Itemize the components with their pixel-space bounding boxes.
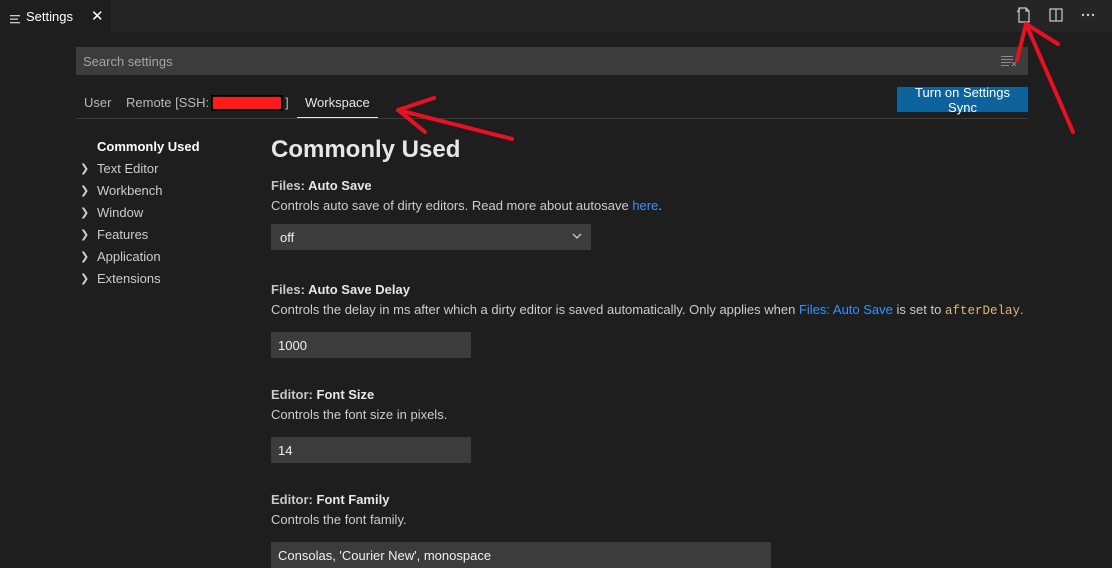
settings-list-icon	[10, 12, 20, 23]
toc-item-extensions[interactable]: ❯ Extensions	[80, 267, 200, 289]
desc-text: is set to	[892, 302, 945, 317]
setting-title: Editor: Font Family	[271, 492, 1051, 512]
chevron-right-icon: ❯	[80, 206, 90, 219]
open-settings-json-icon[interactable]	[1016, 6, 1032, 24]
tab-user[interactable]: User	[84, 95, 111, 110]
settings-scope-tabs: User Remote [SSH:] Workspace	[76, 88, 1028, 119]
toc-item-workbench[interactable]: ❯ Workbench	[80, 179, 200, 201]
more-actions-icon[interactable]	[1080, 6, 1096, 24]
settings-content: Commonly Used Files: Auto Save Controls …	[271, 136, 1051, 568]
setting-description: Controls auto save of dirty editors. Rea…	[271, 198, 1051, 220]
code-value: afterDelay	[944, 304, 1020, 318]
chevron-right-icon: ❯	[80, 272, 90, 285]
tab-remote-prefix: Remote [SSH:	[126, 95, 210, 110]
desc-text: .	[658, 198, 662, 213]
setting-name: Auto Save Delay	[308, 282, 410, 297]
setting-description: Controls the delay in ms after which a d…	[271, 302, 1051, 324]
setting-title: Editor: Font Size	[271, 387, 1051, 407]
toc-label: Window	[97, 204, 144, 220]
arrow-to-json-line	[1024, 22, 1075, 134]
toc-label: Extensions	[97, 270, 161, 286]
setting-title: Files: Auto Save	[271, 178, 1051, 198]
turn-on-settings-sync-button[interactable]: Turn on Settings Sync	[897, 85, 1028, 115]
font-size-input[interactable]: 14	[271, 437, 471, 463]
setting-category: Editor:	[271, 387, 317, 402]
toc-label: Workbench	[97, 182, 163, 198]
toc-item-features[interactable]: ❯ Features	[80, 223, 200, 245]
autosave-docs-link[interactable]: here	[632, 198, 658, 213]
split-editor-icon[interactable]	[1048, 6, 1064, 24]
toc-item-window[interactable]: ❯ Window	[80, 201, 200, 223]
redacted-host	[211, 95, 284, 111]
auto-save-delay-input[interactable]: 1000	[271, 332, 471, 358]
desc-text: Controls auto save of dirty editors. Rea…	[271, 198, 633, 213]
setting-auto-save-delay: Files: Auto Save Delay Controls the dela…	[271, 282, 1051, 387]
chevron-right-icon: ❯	[80, 228, 90, 241]
setting-name: Font Size	[316, 387, 375, 402]
chevron-down-icon	[571, 230, 583, 245]
setting-font-family: Editor: Font Family Controls the font fa…	[271, 492, 1051, 568]
toc-label: Commonly Used	[97, 138, 200, 154]
select-value: off	[280, 229, 295, 245]
chevron-right-icon: ❯	[80, 162, 90, 175]
setting-category: Files:	[271, 282, 309, 297]
auto-save-select[interactable]: off	[271, 224, 591, 250]
setting-title: Files: Auto Save Delay	[271, 282, 1051, 302]
close-icon[interactable]: ✕	[91, 7, 104, 25]
section-title: Commonly Used	[271, 136, 461, 163]
setting-font-size: Editor: Font Size Controls the font size…	[271, 387, 1051, 492]
search-input[interactable]	[77, 48, 983, 74]
toc-label: Application	[97, 248, 161, 264]
toc-label: Text Editor	[97, 160, 159, 176]
clear-filter-icon[interactable]	[1001, 55, 1017, 70]
desc-text: Controls the delay in ms after which a d…	[271, 302, 799, 317]
setting-description: Controls the font size in pixels.	[271, 407, 448, 422]
toc-item-text-editor[interactable]: ❯ Text Editor	[80, 157, 200, 179]
tab-settings[interactable]: Settings ✕	[0, 0, 112, 32]
settings-toc: Commonly Used ❯ Text Editor ❯ Workbench ❯ W…	[80, 135, 200, 289]
chevron-right-icon: ❯	[80, 250, 90, 263]
tab-label: Settings	[26, 8, 73, 24]
desc-text: .	[1019, 302, 1024, 317]
editor-tab-bar: Settings ✕	[0, 0, 1112, 32]
setting-name: Auto Save	[308, 178, 372, 193]
tab-remote-suffix: ]	[285, 95, 289, 110]
tab-remote[interactable]: Remote [SSH:]	[126, 95, 289, 111]
font-family-input[interactable]: Consolas, 'Courier New', monospace	[271, 542, 771, 568]
chevron-right-icon: ❯	[80, 184, 90, 197]
toc-item-commonly-used[interactable]: Commonly Used	[80, 135, 200, 157]
setting-category: Files:	[271, 178, 309, 193]
setting-category: Editor:	[271, 492, 317, 507]
editor-actions	[1016, 6, 1096, 24]
search-settings-field	[76, 47, 1028, 75]
setting-name: Font Family	[316, 492, 390, 507]
toc-item-application[interactable]: ❯ Application	[80, 245, 200, 267]
setting-auto-save: Files: Auto Save Controls auto save of d…	[271, 178, 1051, 282]
toc-label: Features	[97, 226, 149, 242]
tab-workspace[interactable]: Workspace	[297, 95, 378, 118]
setting-description: Controls the font family.	[271, 512, 407, 527]
files-auto-save-link[interactable]: Files: Auto Save	[799, 302, 893, 317]
